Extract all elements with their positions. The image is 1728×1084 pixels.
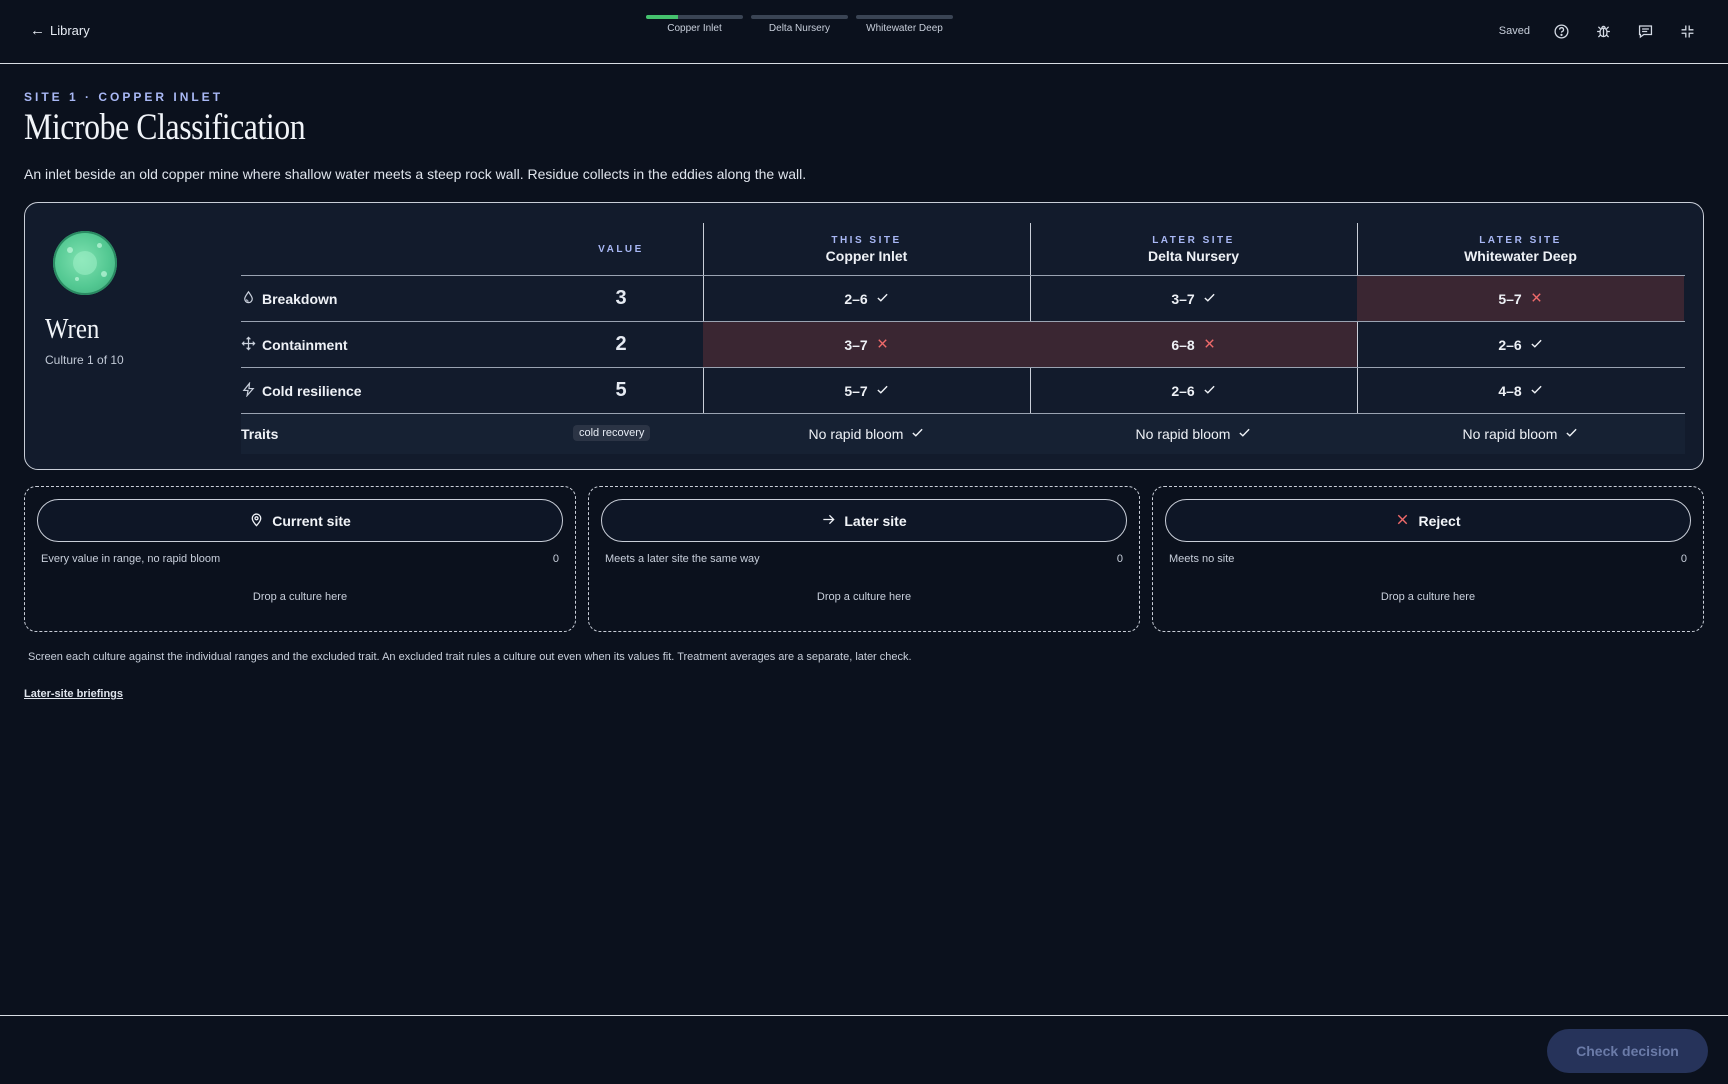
top-bar: ← Library Copper Inlet Delta Nursery Whi… — [0, 0, 1728, 64]
step-delta-nursery[interactable]: Delta Nursery — [751, 15, 848, 34]
bin-current-site[interactable]: Current site Every value in range, no ra… — [24, 486, 576, 632]
column-header-this-site: THIS SITE Copper Inlet — [825, 234, 908, 264]
bug-icon[interactable] — [1592, 20, 1614, 42]
bin-reject[interactable]: Reject Meets no site 0 Drop a culture he… — [1152, 486, 1704, 632]
trait-cell: No rapid bloom — [1030, 414, 1357, 454]
bin-count: 0 — [1116, 553, 1123, 565]
table-row-cold-resilience: Cold resilience 5 5–7 2–6 4–8 — [241, 368, 1685, 414]
check-decision-button[interactable]: Check decision — [1547, 1029, 1708, 1073]
row-value: 5 — [615, 379, 627, 401]
saved-status: Saved — [1498, 25, 1530, 37]
bolt-icon — [241, 380, 256, 400]
row-value: 2 — [615, 333, 627, 355]
row-label: Cold resilience — [262, 382, 362, 399]
step-copper-inlet[interactable]: Copper Inlet — [646, 15, 743, 34]
move-icon — [241, 336, 256, 354]
check-icon — [1530, 337, 1543, 353]
value-column-header: VALUE — [598, 243, 644, 255]
bin-description: Meets a later site the same way — [605, 553, 760, 565]
bin-description: Meets no site — [1169, 553, 1235, 565]
drop-zone-hint: Drop a culture here — [252, 591, 348, 603]
range-cell: 6–8 — [1030, 322, 1357, 367]
arrow-right-icon — [821, 512, 836, 530]
trait-cell: No rapid bloom — [703, 414, 1030, 454]
later-site-briefings-link[interactable]: Later-site briefings — [24, 688, 123, 700]
column-header-later-site-2: LATER SITE Whitewater Deep — [1464, 234, 1577, 264]
cross-icon — [1203, 337, 1216, 353]
culture-counter: Culture 1 of 10 — [45, 353, 124, 367]
site-eyebrow: SITE 1 · COPPER INLET — [24, 90, 224, 104]
bin-count: 0 — [552, 553, 559, 565]
pin-icon — [249, 512, 264, 530]
row-value: 3 — [615, 287, 627, 309]
check-icon — [1565, 426, 1578, 442]
column-header-later-site-1: LATER SITE Delta Nursery — [1147, 234, 1240, 264]
bin-later-site[interactable]: Later site Meets a later site the same w… — [588, 486, 1140, 632]
bin-description: Every value in range, no rapid bloom — [41, 553, 221, 565]
check-icon — [876, 383, 889, 399]
row-label: Traits — [241, 426, 279, 442]
droplet-icon — [241, 290, 256, 308]
culture-name: Wren — [45, 313, 100, 345]
instructions-note: Screen each culture against the individu… — [28, 651, 912, 663]
x-icon — [1395, 512, 1410, 530]
table-row-traits: Traits cold recovery No rapid bloom No r… — [241, 414, 1685, 454]
step-whitewater-deep[interactable]: Whitewater Deep — [856, 15, 953, 34]
step-label: Whitewater Deep — [866, 23, 943, 34]
range-cell: 3–7 — [703, 322, 1030, 367]
site-description: An inlet beside an old copper mine where… — [24, 166, 807, 182]
trait-cell: No rapid bloom — [1357, 414, 1684, 454]
cross-icon — [1530, 291, 1543, 307]
back-label: Library — [50, 23, 90, 38]
minimize-icon[interactable] — [1676, 20, 1698, 42]
help-icon[interactable] — [1550, 20, 1572, 42]
culture-avatar — [53, 231, 117, 295]
arrow-left-icon: ← — [30, 22, 45, 39]
check-icon — [1530, 383, 1543, 399]
table-row-breakdown: Breakdown 3 2–6 3–7 5–7 — [241, 276, 1685, 322]
later-site-button[interactable]: Later site — [601, 499, 1127, 542]
check-icon — [876, 291, 889, 307]
row-label: Containment — [262, 336, 348, 353]
reject-button[interactable]: Reject — [1165, 499, 1691, 542]
range-cell: 2–6 — [703, 276, 1030, 321]
table-row-containment: Containment 2 3–7 6–8 2–6 — [241, 322, 1685, 368]
row-label: Breakdown — [262, 290, 338, 307]
bottom-bar: Check decision — [0, 1015, 1728, 1084]
range-cell: 2–6 — [1030, 368, 1357, 413]
range-table: VALUE THIS SITE Copper Inlet LATER SITE … — [241, 223, 1685, 454]
current-site-button[interactable]: Current site — [37, 499, 563, 542]
drop-zone-hint: Drop a culture here — [1380, 591, 1476, 603]
range-cell: 4–8 — [1357, 368, 1684, 413]
step-label: Copper Inlet — [667, 23, 722, 34]
comment-icon[interactable] — [1634, 20, 1656, 42]
page-title: Microbe Classification — [24, 107, 306, 148]
back-to-library-link[interactable]: ← Library — [30, 22, 90, 39]
range-cell: 3–7 — [1030, 276, 1357, 321]
check-icon — [911, 426, 924, 442]
step-progress — [646, 15, 678, 19]
check-icon — [1203, 383, 1216, 399]
table-header: VALUE THIS SITE Copper Inlet LATER SITE … — [241, 223, 1685, 276]
range-cell: 5–7 — [1357, 276, 1684, 321]
range-cell: 5–7 — [703, 368, 1030, 413]
step-label: Delta Nursery — [768, 23, 831, 34]
drop-zone-hint: Drop a culture here — [816, 591, 912, 603]
site-stepper: Copper Inlet Delta Nursery Whitewater De… — [646, 15, 953, 34]
decision-bins: Current site Every value in range, no ra… — [24, 486, 1704, 632]
check-icon — [1238, 426, 1251, 442]
cross-icon — [876, 337, 889, 353]
trait-chip: cold recovery — [573, 425, 651, 441]
culture-card[interactable]: Wren Culture 1 of 10 VALUE THIS SITE Cop… — [24, 202, 1704, 470]
bin-count: 0 — [1680, 553, 1687, 565]
top-right-tools: Saved — [1499, 20, 1698, 42]
check-icon — [1203, 291, 1216, 307]
range-cell: 2–6 — [1357, 322, 1684, 367]
